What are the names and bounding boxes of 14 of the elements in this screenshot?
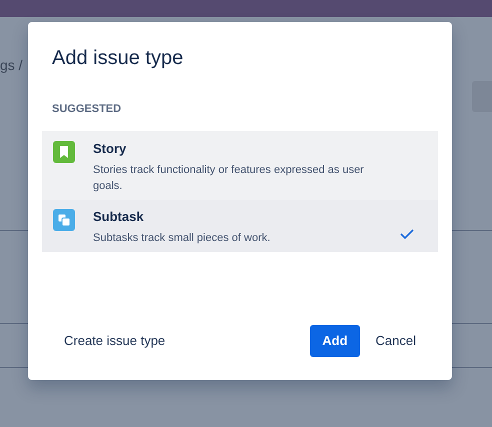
bookmark-icon (53, 141, 75, 163)
breadcrumb: gs / (0, 56, 23, 75)
option-description: Subtasks track small pieces of work. (93, 231, 272, 246)
checkmark-icon (400, 228, 414, 238)
cancel-button[interactable]: Cancel (364, 325, 428, 357)
add-button[interactable]: Add (310, 325, 360, 357)
create-issue-type-link[interactable]: Create issue type (64, 331, 166, 351)
option-name: Story (93, 141, 128, 157)
option-description: Stories track functionality or features expressed as user goals. (93, 163, 365, 194)
subtask-icon (53, 209, 75, 231)
section-label: SUGGESTED (52, 102, 122, 116)
option-name: Subtask (93, 209, 145, 225)
issue-type-option[interactable]: Subtask Subtasks track small pieces of work. (42, 200, 438, 252)
dialog-title: Add issue type (52, 46, 184, 71)
